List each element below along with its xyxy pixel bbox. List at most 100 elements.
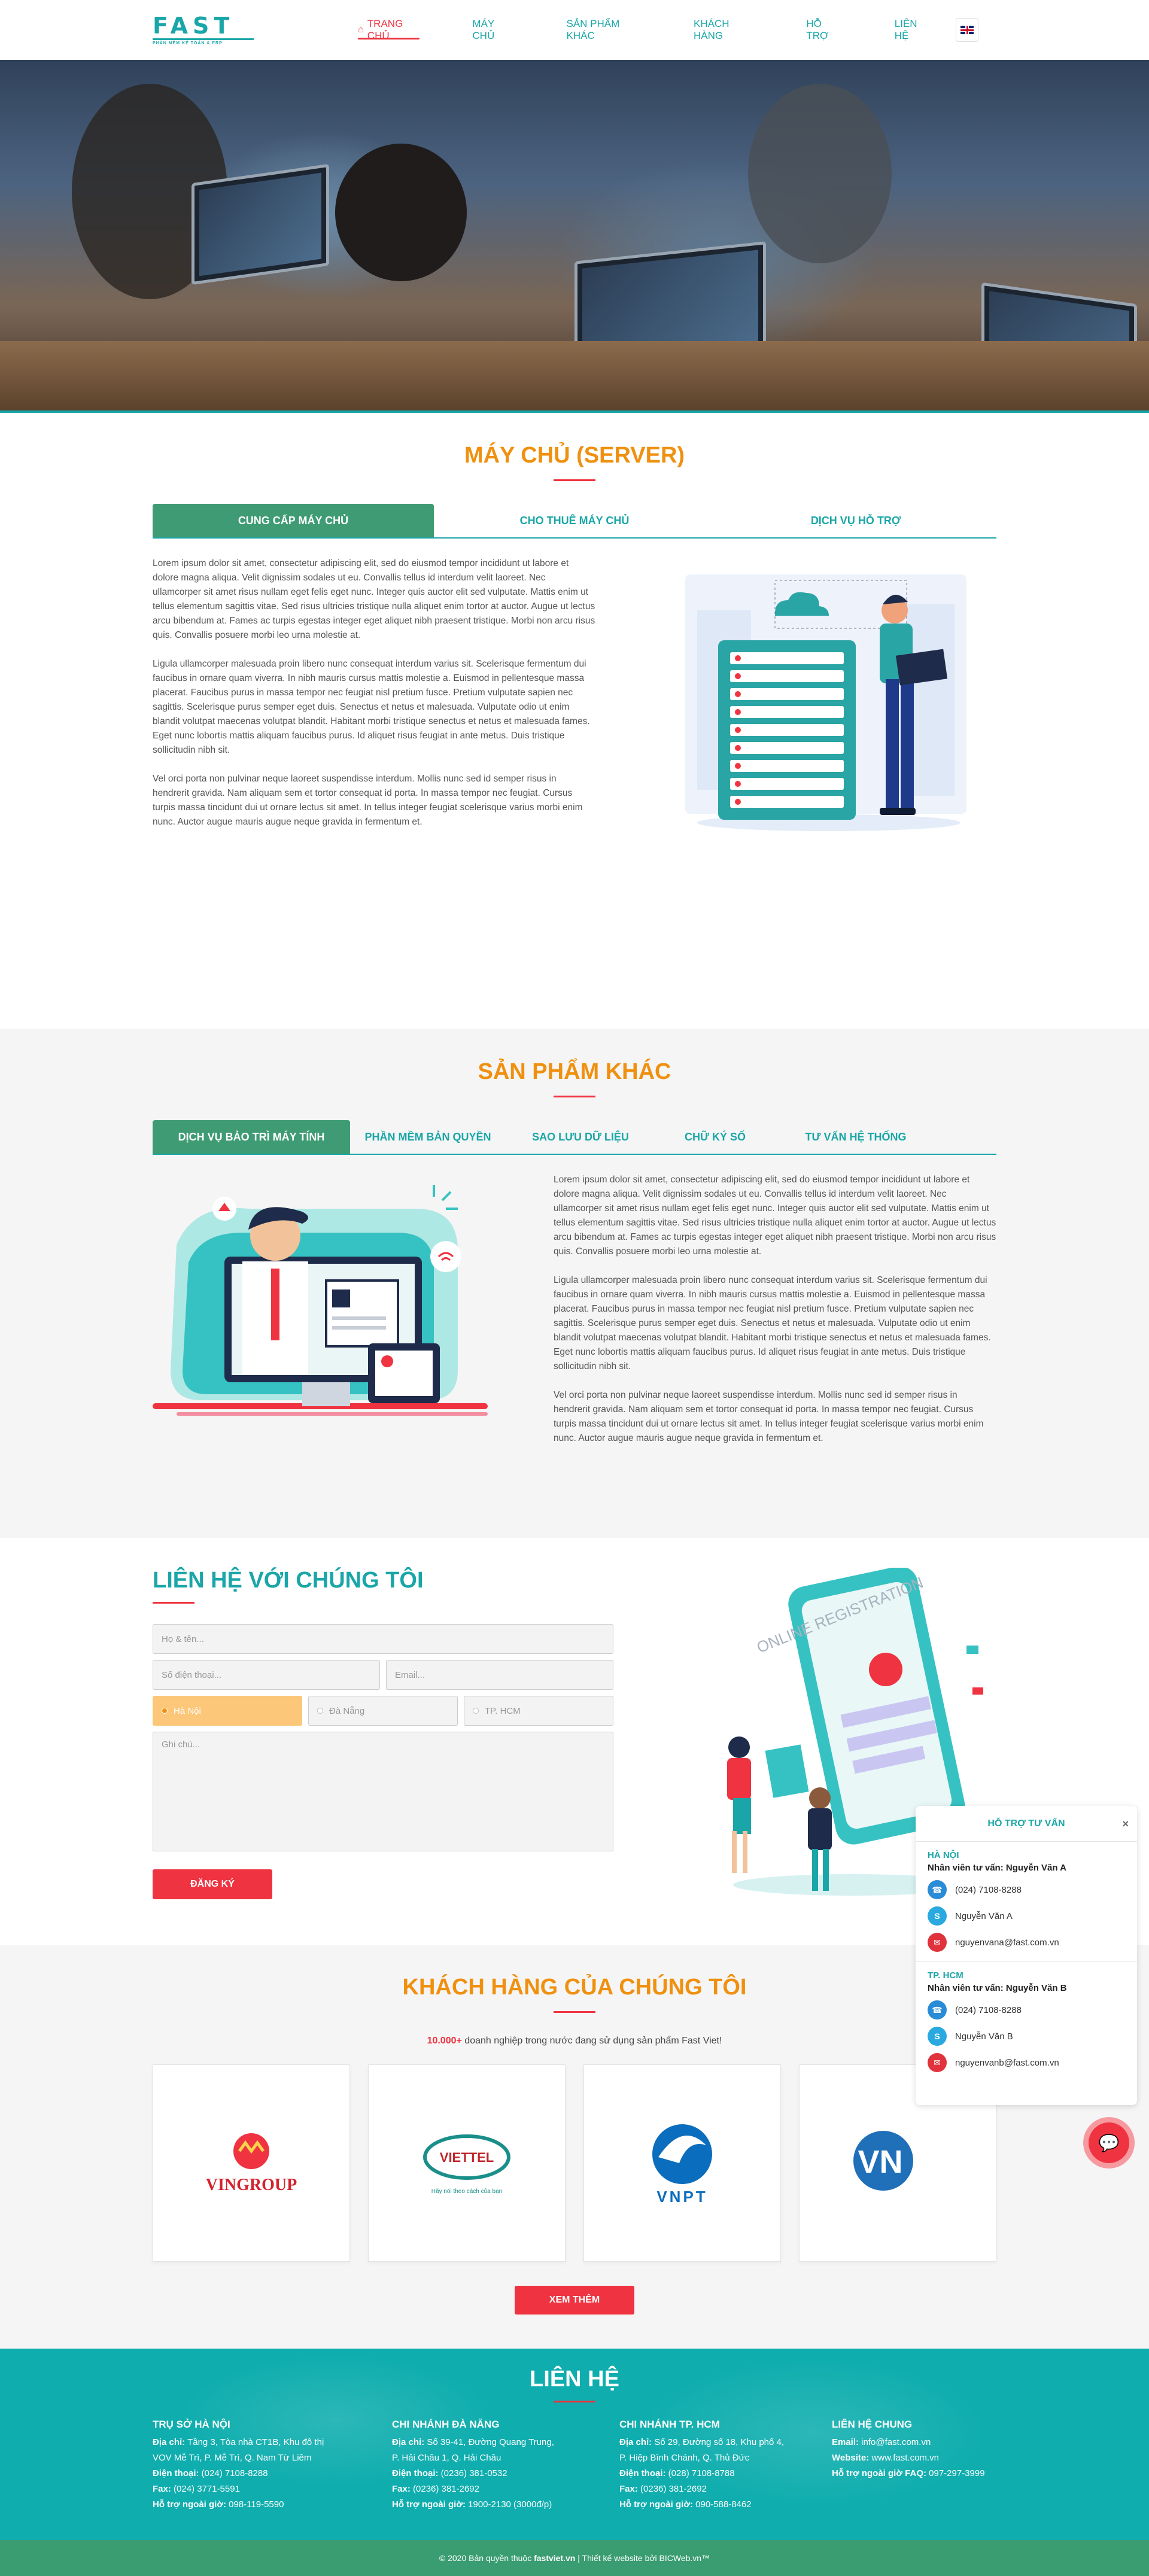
support-city: HÀ NỘI <box>928 1850 959 1860</box>
paragraph: Lorem ipsum dolor sit amet, consectetur … <box>153 558 595 640</box>
city-option-danang[interactable]: Đà Nẵng <box>308 1696 458 1726</box>
support-skype[interactable]: S Nguyễn Văn A <box>928 1906 1125 1926</box>
copyright-brand-link[interactable]: fastviet.vn <box>534 2553 575 2563</box>
chat-bubbles-icon: 💬 <box>1089 2122 1129 2163</box>
phone-input[interactable]: Số điện thoại... <box>153 1660 380 1690</box>
customer-card-viettel[interactable]: VIETTEL Hãy nói theo cách của bạn <box>368 2064 566 2262</box>
paragraph: Ligula ullamcorper malesuada proin liber… <box>554 1275 991 1371</box>
nav-item-support[interactable]: HỖ TRỢ <box>780 0 868 60</box>
customer-card-vingroup[interactable]: VINGROUP <box>153 2064 350 2262</box>
footer-key: Website: <box>832 2453 870 2463</box>
email-input[interactable]: Email... <box>386 1660 613 1690</box>
footer-line: Hỗ trợ ngoài giờ: 090-588-8462 <box>619 2497 832 2513</box>
viettel-logo: VIETTEL Hãy nói theo cách của bạn <box>423 2134 510 2195</box>
city-option-hanoi[interactable]: Hà Nội <box>153 1696 302 1726</box>
footer-key: Fax: <box>619 2484 638 2494</box>
copyright-bar: © 2020 Bản quyền thuộc fastviet.vn | Thi… <box>0 2540 1149 2576</box>
tab-digital-signature[interactable]: CHỮ KÝ SỐ <box>655 1120 775 1154</box>
footer-key: Hỗ trợ ngoài giờ: <box>392 2499 466 2510</box>
paragraph: Lorem ipsum dolor sit amet, consectetur … <box>554 1175 996 1257</box>
close-icon[interactable]: × <box>1122 1806 1129 1842</box>
support-email[interactable]: ✉ nguyenvana@fast.com.vn <box>928 1933 1125 1952</box>
radio-label: TP. HCM <box>485 1705 521 1716</box>
footer-value: VOV Mễ Trì, P. Mễ Trì, Q. Nam Từ Liêm <box>153 2453 312 2463</box>
section-title: KHÁCH HÀNG CỦA CHÚNG TÔI <box>402 1975 747 2000</box>
support-email[interactable]: ✉ nguyenvanb@fast.com.vn <box>928 2053 1125 2072</box>
subtitle-text: doanh nghiệp trong nước đang sử dụng sản… <box>461 2036 722 2046</box>
logo-tagline: Hãy nói theo cách của bạn <box>431 2188 502 2195</box>
footer-columns: TRỤ SỞ HÀ NỘI Địa chỉ: Tầng 3, Tòa nhà C… <box>153 2417 996 2513</box>
tab-provide-server[interactable]: CUNG CẤP MÁY CHỦ <box>153 504 434 537</box>
tab-data-backup[interactable]: SAO LƯU DỮ LIỆU <box>506 1120 655 1154</box>
footer-website-link[interactable]: www.fast.com.vn <box>869 2453 939 2463</box>
footer-value: 090-588-8462 <box>692 2499 752 2510</box>
note-textarea[interactable]: Ghi chú... <box>153 1732 613 1851</box>
products-section: SẢN PHẨM KHÁC DỊCH VỤ BẢO TRÌ MÁY TÍNH P… <box>0 1029 1149 1538</box>
footer-key: Hỗ trợ ngoài giờ FAQ: <box>832 2468 926 2478</box>
logo-wordmark: VNPT <box>656 2188 707 2206</box>
footer-col-heading: LIÊN HỆ CHUNG <box>832 2419 913 2430</box>
title-underline <box>554 1096 595 1097</box>
view-more-button[interactable]: XEM THÊM <box>515 2286 634 2315</box>
city-radio-group: Hà Nội Đà Nẵng TP. HCM <box>153 1690 613 1726</box>
support-title: HỖ TRỢ TƯ VẤN <box>987 1818 1065 1829</box>
fast-logo[interactable]: FAST PHẦN MỀM KẾ TOÁN & ERP <box>153 14 254 46</box>
name-input[interactable]: Họ & tên... <box>153 1624 613 1654</box>
site-header: FAST PHẦN MỀM KẾ TOÁN & ERP ⌂ TRANG CHỦ M… <box>0 0 1149 60</box>
title-underline <box>554 2401 595 2402</box>
logo-tagline: PHẦN MỀM KẾ TOÁN & ERP <box>153 38 254 45</box>
footer-value: (028) 7108-8788 <box>665 2468 735 2478</box>
radio-icon <box>162 1708 168 1714</box>
footer-line: Địa chỉ: Số 39-41, Đường Quang Trung, <box>392 2435 619 2450</box>
tab-system-consulting[interactable]: TƯ VẤN HỆ THỐNG <box>775 1120 937 1154</box>
support-phone[interactable]: ☎ (024) 7108-8288 <box>928 2000 1125 2020</box>
nav-item-contact[interactable]: LIÊN HỆ <box>868 0 956 60</box>
mail-icon: ✉ <box>928 1933 947 1952</box>
footer-col-hanoi: TRỤ SỞ HÀ NỘI Địa chỉ: Tầng 3, Tòa nhà C… <box>153 2417 392 2513</box>
logo-wordmark: VN <box>858 2144 902 2180</box>
footer-key: Điện thoại: <box>392 2468 439 2478</box>
nav-item-customers[interactable]: KHÁCH HÀNG <box>667 0 780 60</box>
support-city: TP. HCM <box>928 1970 963 1981</box>
footer-email-link[interactable]: info@fast.com.vn <box>859 2437 931 2447</box>
tech-support-illustration <box>153 1173 500 1436</box>
nav-item-server[interactable]: MÁY CHỦ <box>446 0 540 60</box>
tab-rent-server[interactable]: CHO THUÊ MÁY CHỦ <box>434 504 715 537</box>
footer-line: Hỗ trợ ngoài giờ: 098-119-5590 <box>153 2497 392 2513</box>
credits-text: | Thiết kế website bởi BICWeb.vn™ <box>575 2553 710 2563</box>
footer-value: (0236) 381-0532 <box>438 2468 507 2478</box>
nav-item-products[interactable]: SẢN PHẨM KHÁC <box>540 0 668 60</box>
products-tabs: DỊCH VỤ BẢO TRÌ MÁY TÍNH PHẦN MỀM BẢN QU… <box>153 1120 996 1155</box>
paragraph: Vel orci porta non pulvinar neque laoree… <box>153 774 583 827</box>
footer-col-heading: CHI NHÁNH TP. HCM <box>619 2419 720 2430</box>
tab-computer-maintenance[interactable]: DỊCH VỤ BẢO TRÌ MÁY TÍNH <box>153 1120 350 1154</box>
footer-value: 098-119-5590 <box>226 2499 284 2510</box>
products-description: Lorem ipsum dolor sit amet, consectetur … <box>554 1173 996 1460</box>
footer-value: Tầng 3, Tòa nhà CT1B, Khu đô thị <box>185 2437 324 2447</box>
section-title: SẢN PHẨM KHÁC <box>478 1059 671 1084</box>
language-switcher[interactable] <box>956 18 978 42</box>
customer-card-vnpt[interactable]: VNPT <box>583 2064 781 2262</box>
support-staff: Nhân viên tư vấn: Nguyễn Văn A <box>928 1863 1067 1873</box>
register-button[interactable]: ĐĂNG KÝ <box>153 1869 272 1899</box>
tab-support-service[interactable]: DỊCH VỤ HỖ TRỢ <box>715 504 996 537</box>
footer: LIÊN HỆ TRỤ SỞ HÀ NỘI Địa chỉ: Tầng 3, T… <box>0 2349 1149 2540</box>
footer-line: VOV Mễ Trì, P. Mễ Trì, Q. Nam Từ Liêm <box>153 2450 392 2466</box>
footer-col-heading: CHI NHÁNH ĐÀ NẴNG <box>392 2419 500 2430</box>
nav-item-home[interactable]: ⌂ TRANG CHỦ <box>332 0 446 60</box>
divider <box>916 1961 1137 1962</box>
support-skype[interactable]: S Nguyễn Văn B <box>928 2027 1125 2046</box>
footer-key: Địa chỉ: <box>153 2437 186 2447</box>
radio-label: Hà Nội <box>174 1705 201 1716</box>
footer-value: (024) 3771-5591 <box>171 2484 240 2494</box>
phone-icon: ☎ <box>928 2000 947 2020</box>
city-option-hcm[interactable]: TP. HCM <box>464 1696 613 1726</box>
chat-toggle-button[interactable]: 💬 <box>1083 2117 1135 2169</box>
support-phone[interactable]: ☎ (024) 7108-8288 <box>928 1880 1125 1899</box>
uk-flag-icon <box>960 26 974 34</box>
footer-line: Email: info@fast.com.vn <box>832 2435 996 2450</box>
skype-text: Nguyễn Văn A <box>955 1911 1013 1921</box>
tab-licensed-software[interactable]: PHẦN MỀM BẢN QUYỀN <box>350 1120 506 1154</box>
footer-col-hcm: CHI NHÁNH TP. HCM Địa chỉ: Số 29, Đường … <box>619 2417 832 2513</box>
radio-label: Đà Nẵng <box>329 1705 365 1716</box>
